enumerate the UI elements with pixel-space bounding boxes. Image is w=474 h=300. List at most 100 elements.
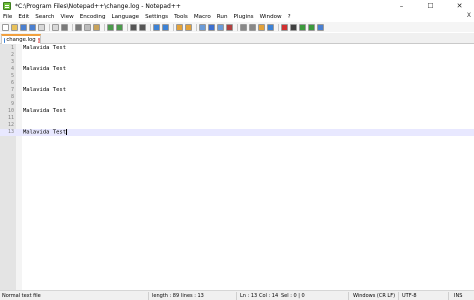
paste-icon[interactable] bbox=[93, 23, 100, 31]
toolbar-separator bbox=[104, 23, 105, 31]
word-wrap-icon[interactable] bbox=[199, 23, 206, 31]
line-number: 3 bbox=[10, 59, 14, 65]
editor-line[interactable]: 5 bbox=[0, 73, 474, 80]
status-eol: Windows (CR LF) bbox=[353, 293, 396, 299]
menu-view[interactable]: View bbox=[60, 14, 73, 20]
close-icon[interactable] bbox=[38, 23, 45, 31]
menu-tools[interactable]: Tools bbox=[174, 14, 188, 20]
undo-icon[interactable] bbox=[107, 23, 114, 31]
line-text[interactable]: Malavida Test bbox=[23, 108, 66, 115]
editor-line[interactable]: 2 bbox=[0, 52, 474, 59]
menu-window[interactable]: Window bbox=[260, 14, 282, 20]
editor-line[interactable]: 8 bbox=[0, 94, 474, 101]
tab-close-icon[interactable]: x bbox=[37, 37, 40, 43]
editor-area[interactable]: 1 Malavida Test 2 3 4 Malavida Test 5 6 7 Malavid… bbox=[0, 44, 474, 290]
menu-bar: File Edit Search View Encoding Language … bbox=[0, 12, 474, 22]
open-file-icon[interactable] bbox=[11, 23, 18, 31]
menu-edit[interactable]: Edit bbox=[18, 14, 29, 20]
editor-line[interactable]: 10 Malavida Test bbox=[0, 108, 474, 115]
copy-icon[interactable] bbox=[84, 23, 91, 31]
editor-line[interactable]: 13 Malavida Test bbox=[0, 129, 474, 136]
line-number: 11 bbox=[7, 115, 14, 121]
line-number: 4 bbox=[10, 66, 14, 72]
zoom-out-icon[interactable] bbox=[162, 23, 169, 31]
line-number: 10 bbox=[7, 108, 14, 114]
line-number: 6 bbox=[10, 80, 14, 86]
line-text[interactable]: Malavida Test bbox=[23, 87, 66, 94]
menu-encoding[interactable]: Encoding bbox=[80, 14, 106, 20]
editor-line[interactable]: 4 Malavida Test bbox=[0, 66, 474, 73]
save-all-icon[interactable] bbox=[29, 23, 36, 31]
sync-horizontal-icon[interactable] bbox=[185, 23, 192, 31]
status-ln: Ln : 13 bbox=[240, 293, 258, 299]
status-divider bbox=[236, 292, 237, 300]
line-number: 9 bbox=[10, 101, 14, 107]
window-title: *C:\Program Files\Notepad++\change.log -… bbox=[15, 2, 181, 10]
status-encoding: UTF-8 bbox=[402, 293, 417, 299]
play-multiple-icon[interactable] bbox=[308, 23, 315, 31]
menu-help[interactable]: ? bbox=[288, 14, 291, 20]
status-bar: Normal text file length : 89 lines : 13 … bbox=[0, 290, 474, 300]
close-all-icon[interactable] bbox=[52, 23, 59, 31]
play-macro-icon[interactable] bbox=[299, 23, 306, 31]
toolbar-separator bbox=[237, 23, 238, 31]
line-number: 12 bbox=[7, 122, 14, 128]
doc-map-icon[interactable] bbox=[240, 23, 247, 31]
line-number: 8 bbox=[10, 94, 14, 100]
line-text[interactable]: Malavida Test bbox=[23, 45, 66, 52]
user-lang-icon[interactable] bbox=[226, 23, 233, 31]
save-macro-icon[interactable] bbox=[317, 23, 324, 31]
status-divider bbox=[448, 292, 449, 300]
redo-icon[interactable] bbox=[116, 23, 123, 31]
indent-guide-icon[interactable] bbox=[217, 23, 224, 31]
editor-line[interactable]: 11 bbox=[0, 115, 474, 122]
close-window-button[interactable]: ✕ bbox=[445, 0, 474, 12]
cut-icon[interactable] bbox=[75, 23, 82, 31]
status-file-type: Normal text file bbox=[2, 293, 41, 299]
tab-label: change.log bbox=[6, 37, 36, 43]
menu-language[interactable]: Language bbox=[112, 14, 140, 20]
new-file-icon[interactable] bbox=[2, 23, 9, 31]
minimize-button[interactable]: – bbox=[387, 0, 416, 12]
editor-line[interactable]: 12 bbox=[0, 122, 474, 129]
editor-line[interactable]: 9 bbox=[0, 101, 474, 108]
text-caret bbox=[66, 129, 68, 135]
stop-record-icon[interactable] bbox=[290, 23, 297, 31]
line-text[interactable]: Malavida Test bbox=[23, 129, 68, 137]
close-document-button[interactable]: X bbox=[467, 12, 471, 19]
show-all-chars-icon[interactable] bbox=[208, 23, 215, 31]
title-bar: *C:\Program Files\Notepad++\change.log -… bbox=[0, 0, 474, 12]
menu-plugins[interactable]: Plugins bbox=[234, 14, 254, 20]
tab-change-log[interactable]: change.log x bbox=[1, 34, 41, 44]
record-macro-icon[interactable] bbox=[281, 23, 288, 31]
replace-icon[interactable] bbox=[139, 23, 146, 31]
menu-settings[interactable]: Settings bbox=[145, 14, 168, 20]
toolbar bbox=[0, 22, 474, 32]
zoom-in-icon[interactable] bbox=[153, 23, 160, 31]
toolbar-separator bbox=[72, 23, 73, 31]
status-divider bbox=[348, 292, 349, 300]
menu-search[interactable]: Search bbox=[35, 14, 54, 20]
menu-run[interactable]: Run bbox=[217, 14, 228, 20]
editor-lines[interactable]: 1 Malavida Test 2 3 4 Malavida Test 5 6 7 Malavid… bbox=[0, 45, 474, 136]
status-col: Col : 14 bbox=[259, 293, 279, 299]
maximize-button[interactable]: ☐ bbox=[416, 0, 445, 12]
line-number: 13 bbox=[7, 129, 14, 135]
menu-macro[interactable]: Macro bbox=[194, 14, 211, 20]
line-number: 2 bbox=[10, 52, 14, 58]
editor-line[interactable]: 6 bbox=[0, 80, 474, 87]
line-text[interactable]: Malavida Test bbox=[23, 66, 66, 73]
status-sel: Sel : 0 | 0 bbox=[281, 293, 305, 299]
editor-line[interactable]: 7 Malavida Test bbox=[0, 87, 474, 94]
line-number: 1 bbox=[10, 45, 14, 51]
print-icon[interactable] bbox=[61, 23, 68, 31]
menu-file[interactable]: File bbox=[3, 14, 12, 20]
folder-workspace-icon[interactable] bbox=[258, 23, 265, 31]
sync-vertical-icon[interactable] bbox=[176, 23, 183, 31]
find-icon[interactable] bbox=[130, 23, 137, 31]
editor-line[interactable]: 3 bbox=[0, 59, 474, 66]
save-icon[interactable] bbox=[20, 23, 27, 31]
editor-line[interactable]: 1 Malavida Test bbox=[0, 45, 474, 52]
monitoring-icon[interactable] bbox=[267, 23, 274, 31]
function-list-icon[interactable] bbox=[249, 23, 256, 31]
